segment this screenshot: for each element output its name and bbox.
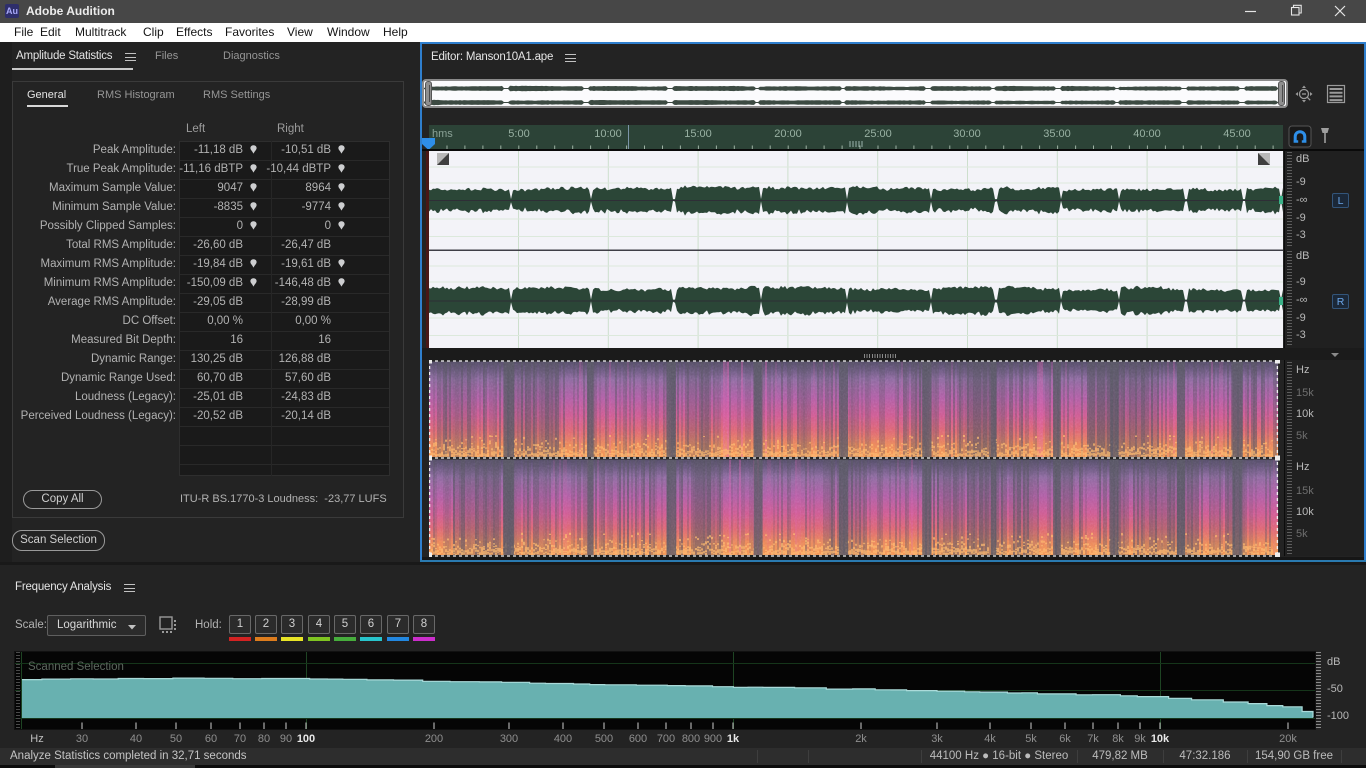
svg-text:Scanned Selection: Scanned Selection — [28, 661, 124, 673]
